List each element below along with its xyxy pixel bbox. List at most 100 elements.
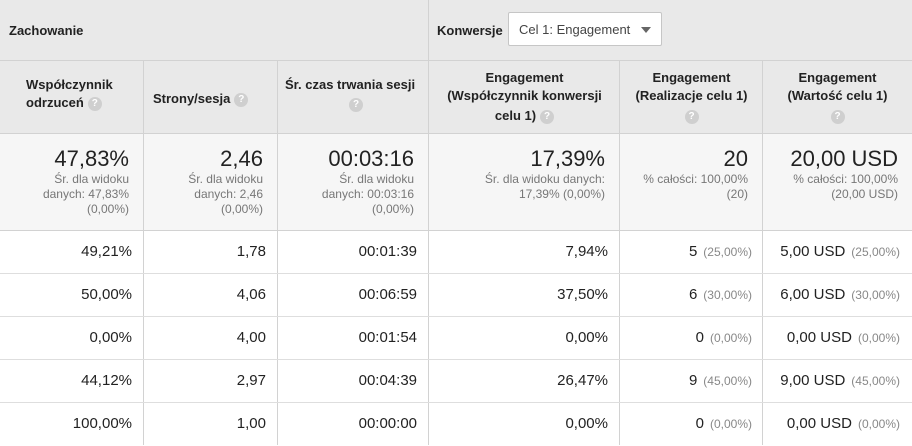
cell-percent: (0,00%) — [857, 331, 900, 345]
cell-value: 0 — [695, 415, 704, 432]
cell-pages-per-session: 4,00 — [144, 317, 278, 359]
total-value: 00:03:16 — [328, 146, 414, 171]
column-header-bounce-rate[interactable]: Współczynnik odrzuceń? — [0, 61, 144, 133]
help-icon[interactable]: ? — [684, 109, 699, 124]
cell-value: 9 — [688, 372, 698, 389]
total-caption: Śr. dla widoku — [54, 172, 129, 186]
cell-pages-per-session: 2,97 — [144, 360, 278, 402]
cell-percent: (30,00%) — [703, 288, 752, 302]
conversions-section-label: Konwersje — [437, 23, 503, 38]
help-icon[interactable]: ? — [830, 109, 845, 124]
cell-goal-completions: 9 (45,00%) — [620, 360, 763, 402]
cell-conversion-rate: 0,00% — [429, 317, 620, 359]
cell-bounce-rate: 49,21% — [0, 231, 144, 273]
column-title-line: (Wartość celu 1) — [787, 88, 888, 103]
goal-selector-value: Cel 1: Engagement — [519, 22, 631, 37]
behavior-section-label: Zachowanie — [9, 23, 84, 38]
cell-avg-session-duration: 00:01:54 — [278, 317, 429, 359]
total-caption: danych: 2,46 — [194, 187, 263, 201]
cell-goal-completions: 0 (0,00%) — [620, 317, 763, 359]
total-conversion-rate: 17,39% Śr. dla widoku danych: 17,39% (0,… — [429, 134, 620, 230]
total-caption: Śr. dla widoku danych: — [484, 172, 605, 186]
total-avg-session-duration: 00:03:16 Śr. dla widoku danych: 00:03:16… — [278, 134, 429, 230]
table-row: 44,12% 2,97 00:04:39 26,47% 9 (45,00%) 9,… — [0, 360, 912, 403]
cell-value: 0,00 USD — [786, 415, 852, 432]
cell-percent: (0,00%) — [857, 417, 900, 431]
column-title-line: odrzuceń — [26, 95, 84, 110]
help-icon[interactable]: ? — [349, 97, 363, 112]
cell-avg-session-duration: 00:01:39 — [278, 231, 429, 273]
table-row: 50,00% 4,06 00:06:59 37,50% 6 (30,00%) 6,… — [0, 274, 912, 317]
cell-percent: (45,00%) — [703, 374, 752, 388]
column-title: Śr. czas trwania sesji — [285, 77, 416, 92]
column-title-line: (Współczynnik konwersji — [447, 88, 602, 103]
totals-row: 47,83% Śr. dla widoku danych: 47,83% (0,… — [0, 134, 912, 231]
cell-goal-value: 5,00 USD (25,00%) — [763, 231, 912, 273]
total-caption: % całości: 100,00% — [793, 172, 898, 186]
cell-value: 6,00 USD — [780, 286, 846, 303]
total-caption: % całości: 100,00% — [643, 172, 748, 186]
column-header-goal-value[interactable]: Engagement (Wartość celu 1) ? — [763, 61, 912, 133]
help-icon[interactable]: ? — [540, 109, 555, 124]
total-caption: Śr. dla widoku — [188, 172, 263, 186]
cell-conversion-rate: 26,47% — [429, 360, 620, 402]
behavior-section: Zachowanie — [0, 0, 429, 60]
column-title-line: (Realizacje celu 1) — [635, 88, 748, 103]
cell-avg-session-duration: 00:00:00 — [278, 403, 429, 445]
cell-percent: (45,00%) — [851, 374, 900, 388]
cell-avg-session-duration: 00:06:59 — [278, 274, 429, 316]
total-value: 20,00 USD — [790, 146, 898, 171]
cell-pages-per-session: 4,06 — [144, 274, 278, 316]
cell-percent: (25,00%) — [703, 245, 752, 259]
column-header-pages-per-session[interactable]: Strony/sesja? — [144, 61, 278, 133]
cell-goal-value: 0,00 USD (0,00%) — [763, 403, 912, 445]
total-caption: Śr. dla widoku — [339, 172, 414, 186]
column-title-line: Engagement — [652, 70, 731, 85]
cell-bounce-rate: 0,00% — [0, 317, 144, 359]
column-header-avg-session-duration[interactable]: Śr. czas trwania sesji ? — [278, 61, 429, 133]
total-bounce-rate: 47,83% Śr. dla widoku danych: 47,83% (0,… — [0, 134, 144, 230]
cell-bounce-rate: 44,12% — [0, 360, 144, 402]
cell-value: 0,00 USD — [786, 329, 852, 346]
cell-goal-value: 0,00 USD (0,00%) — [763, 317, 912, 359]
column-header-conversion-rate[interactable]: Engagement (Współczynnik konwersji celu … — [429, 61, 620, 133]
column-header-goal-completions[interactable]: Engagement (Realizacje celu 1) ? — [620, 61, 763, 133]
help-icon[interactable]: ? — [87, 96, 102, 111]
cell-goal-completions: 5 (25,00%) — [620, 231, 763, 273]
analytics-table: Zachowanie Konwersje Cel 1: Engagement W… — [0, 0, 912, 446]
cell-value: 9,00 USD — [780, 372, 846, 389]
cell-conversion-rate: 37,50% — [429, 274, 620, 316]
cell-pages-per-session: 1,00 — [144, 403, 278, 445]
cell-goal-completions: 0 (0,00%) — [620, 403, 763, 445]
cell-avg-session-duration: 00:04:39 — [278, 360, 429, 402]
cell-conversion-rate: 0,00% — [429, 403, 620, 445]
total-caption: (0,00%) — [86, 202, 129, 216]
cell-percent: (0,00%) — [709, 417, 752, 431]
section-header-row: Zachowanie Konwersje Cel 1: Engagement — [0, 0, 912, 61]
total-caption: (0,00%) — [371, 202, 414, 216]
cell-pages-per-session: 1,78 — [144, 231, 278, 273]
total-caption: 17,39% (0,00%) — [518, 187, 605, 201]
cell-percent: (30,00%) — [851, 288, 900, 302]
cell-value: 5,00 USD — [780, 243, 846, 260]
column-title-line: celu 1) — [494, 108, 537, 123]
total-value: 17,39% — [530, 146, 605, 171]
help-icon[interactable]: ? — [234, 92, 249, 107]
total-value: 47,83% — [54, 146, 129, 171]
conversions-section: Konwersje Cel 1: Engagement — [429, 0, 912, 60]
cell-bounce-rate: 50,00% — [0, 274, 144, 316]
cell-bounce-rate: 100,00% — [0, 403, 144, 445]
total-goal-completions: 20 % całości: 100,00% (20) — [620, 134, 763, 230]
cell-value: 6 — [688, 286, 698, 303]
cell-conversion-rate: 7,94% — [429, 231, 620, 273]
total-caption: (20) — [726, 187, 748, 201]
column-title-line: Engagement — [485, 70, 564, 85]
chevron-down-icon — [641, 27, 651, 33]
total-value: 2,46 — [220, 146, 263, 171]
cell-percent: (0,00%) — [709, 331, 752, 345]
column-title-line: Engagement — [798, 70, 877, 85]
total-goal-value: 20,00 USD % całości: 100,00% (20,00 USD) — [763, 134, 912, 230]
total-caption: danych: 47,83% — [42, 187, 129, 201]
cell-value: 0 — [695, 329, 704, 346]
goal-selector-dropdown[interactable]: Cel 1: Engagement — [508, 12, 662, 46]
